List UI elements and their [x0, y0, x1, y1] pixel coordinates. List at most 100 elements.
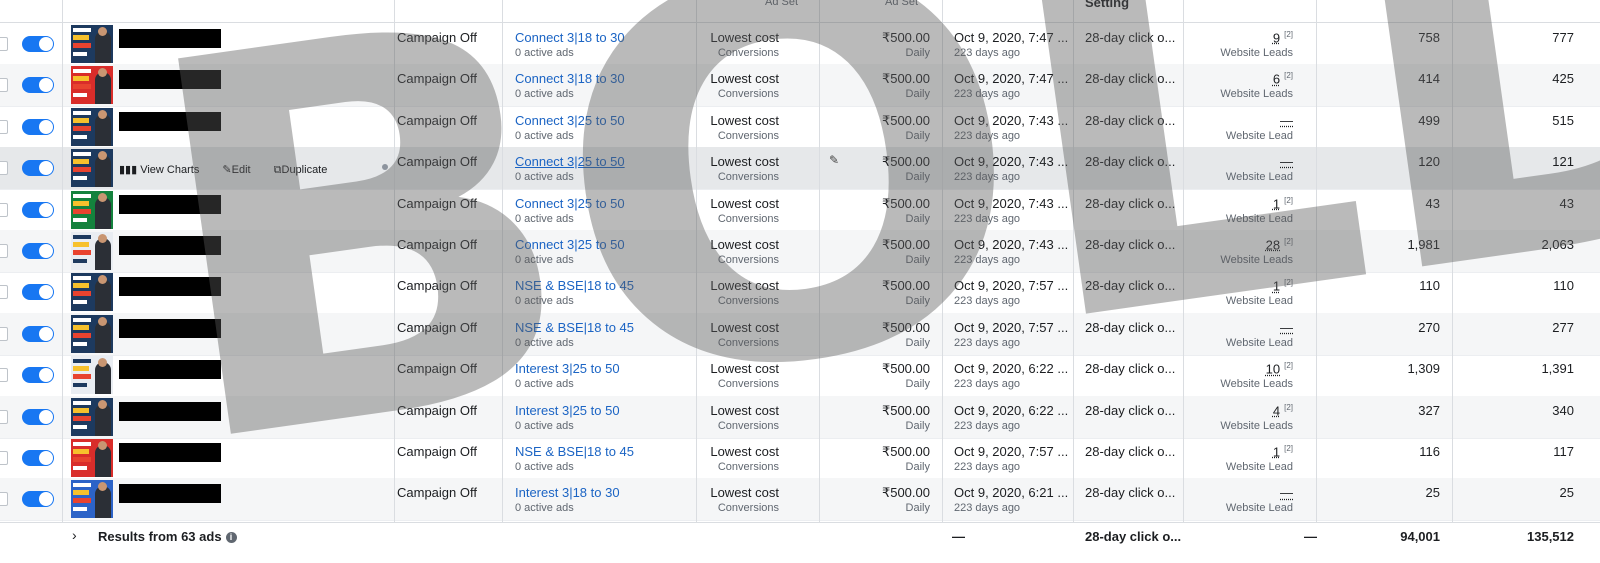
impressions: 117	[1553, 444, 1574, 459]
ad-thumbnail[interactable]	[71, 107, 113, 146]
row-checkbox[interactable]	[0, 492, 8, 507]
ad-thumbnail[interactable]	[71, 273, 113, 312]
results-value[interactable]: 9	[1273, 30, 1280, 45]
results: 4 [2]	[1273, 403, 1293, 418]
ad-thumbnail[interactable]	[71, 314, 113, 353]
chevron-right-icon[interactable]: ›	[72, 527, 77, 543]
view-charts-button[interactable]: ▮▮▮ View Charts	[119, 164, 209, 176]
ad-set-link[interactable]: Connect 3|18 to 30	[515, 30, 625, 45]
row-checkbox[interactable]	[0, 119, 8, 134]
table-row[interactable]: Campaign Off Connect 3|25 to 50 0 active…	[0, 106, 1600, 149]
ad-thumbnail[interactable]	[71, 190, 113, 229]
table-row[interactable]: Campaign Off NSE & BSE|18 to 45 0 active…	[0, 437, 1600, 480]
results-value[interactable]: 1	[1273, 279, 1280, 294]
table-row[interactable]: ▮▮▮ View Charts ✎Edit ⧉Duplicate ✎ Campa…	[0, 147, 1600, 191]
table-row[interactable]: Campaign Off Interest 3|25 to 50 0 activ…	[0, 395, 1600, 439]
ad-set-link[interactable]: Connect 3|25 to 50	[515, 113, 625, 128]
table-row[interactable]: Campaign Off Connect 3|18 to 30 0 active…	[0, 23, 1600, 66]
results-value[interactable]: 1	[1273, 196, 1280, 211]
table-row[interactable]: Campaign Off Connect 3|18 to 30 0 active…	[0, 64, 1600, 108]
ad-thumbnail[interactable]	[71, 397, 113, 436]
ad-thumbnail[interactable]	[71, 439, 113, 477]
results-footnote: [2]	[1284, 71, 1293, 81]
results-value[interactable]: 1	[1273, 444, 1280, 459]
info-icon[interactable]: i	[225, 532, 237, 543]
table-row[interactable]: Campaign Off NSE & BSE|18 to 45 0 active…	[0, 271, 1600, 315]
redacted-ad-name	[119, 29, 221, 48]
bid-strategy: Lowest cost	[710, 154, 779, 170]
results-value[interactable]: —	[1280, 113, 1293, 128]
budget: ₹500.00	[881, 361, 930, 377]
duplicate-button[interactable]: ⧉Duplicate	[274, 164, 338, 176]
table-row[interactable]: Campaign Off Connect 3|25 to 50 0 active…	[0, 230, 1600, 273]
delivery-status: Campaign Off	[397, 278, 477, 294]
table-header: Ad Set Ad Set Setting	[0, 0, 1600, 23]
bid-type: Conversions	[717, 295, 779, 308]
row-checkbox[interactable]	[0, 244, 8, 258]
ad-thumbnail[interactable]	[71, 149, 113, 188]
edit-button[interactable]: ✎Edit	[222, 164, 260, 176]
table-row[interactable]: Campaign Off Interest 3|25 to 50 0 activ…	[0, 354, 1600, 398]
results-value[interactable]: 10	[1266, 362, 1280, 377]
ad-set-link[interactable]: Interest 3|18 to 30	[515, 485, 620, 500]
active-ads-count: 0 active ads	[515, 129, 574, 142]
on-off-toggle[interactable]	[22, 160, 54, 177]
row-checkbox[interactable]	[0, 37, 8, 51]
row-checkbox[interactable]	[0, 451, 8, 465]
bid-type: Conversions	[717, 212, 779, 225]
results-value[interactable]: —	[1280, 154, 1293, 169]
on-off-toggle[interactable]	[22, 367, 54, 384]
results-value[interactable]: 4	[1273, 403, 1280, 418]
results-value[interactable]: —	[1280, 320, 1293, 335]
footer-reach: 94,001	[1400, 529, 1440, 544]
on-off-toggle[interactable]	[22, 118, 54, 135]
attribution-setting: 28-day click o...	[1085, 195, 1176, 211]
ad-set-link[interactable]: NSE & BSE|18 to 45	[515, 444, 634, 459]
on-off-toggle[interactable]	[22, 491, 54, 508]
results-type: Website Lead	[1225, 461, 1293, 473]
ad-set-link[interactable]: Connect 3|25 to 50	[515, 196, 625, 211]
row-checkbox[interactable]	[0, 202, 8, 217]
row-checkbox[interactable]	[0, 409, 8, 424]
ad-set-link[interactable]: NSE & BSE|18 to 45	[515, 278, 634, 293]
on-off-toggle[interactable]	[22, 284, 54, 301]
row-checkbox[interactable]	[0, 368, 8, 383]
on-off-toggle[interactable]	[22, 77, 54, 94]
ad-set-link[interactable]: Interest 3|25 to 50	[515, 403, 620, 418]
ad-set-link[interactable]: NSE & BSE|18 to 45	[515, 320, 634, 335]
ad-set-link[interactable]: Interest 3|25 to 50	[515, 361, 620, 376]
ad-thumbnail[interactable]	[71, 356, 113, 395]
row-checkbox[interactable]	[0, 285, 8, 300]
bid-strategy: Lowest cost	[710, 485, 779, 501]
ad-set-link[interactable]: Connect 3|25 to 50	[515, 154, 625, 169]
table-row[interactable]: Campaign Off Interest 3|18 to 30 0 activ…	[0, 478, 1600, 522]
table-row[interactable]: Campaign Off Connect 3|25 to 50 0 active…	[0, 189, 1600, 232]
table-row[interactable]: Campaign Off NSE & BSE|18 to 45 0 active…	[0, 312, 1600, 356]
on-off-toggle[interactable]	[22, 450, 54, 466]
row-checkbox[interactable]	[0, 78, 8, 93]
ad-thumbnail[interactable]	[71, 25, 113, 63]
results-value[interactable]: 28	[1266, 237, 1280, 252]
ad-thumbnail[interactable]	[71, 66, 113, 105]
row-checkbox[interactable]	[0, 161, 8, 176]
bid-type: Conversions	[717, 129, 779, 142]
budget: ₹500.00	[881, 278, 930, 294]
last-edit-date: Oct 9, 2020, 7:43 ...	[954, 195, 1069, 211]
ad-set-link[interactable]: Connect 3|18 to 30	[515, 71, 625, 86]
on-off-toggle[interactable]	[22, 243, 54, 259]
ad-thumbnail[interactable]	[71, 480, 113, 519]
on-off-toggle[interactable]	[22, 408, 54, 425]
pencil-icon[interactable]: ✎	[829, 153, 839, 167]
on-off-toggle[interactable]	[22, 201, 54, 218]
redacted-ad-name	[119, 277, 221, 297]
results-value[interactable]: —	[1280, 485, 1293, 500]
header-setting[interactable]: Setting	[1085, 0, 1129, 10]
ad-set-link[interactable]: Connect 3|25 to 50	[515, 237, 625, 252]
active-ads-count: 0 active ads	[515, 88, 574, 101]
results-value[interactable]: 6	[1273, 72, 1280, 87]
row-checkbox[interactable]	[0, 326, 8, 341]
on-off-toggle[interactable]	[22, 325, 54, 342]
budget: ₹500.00	[881, 402, 930, 418]
on-off-toggle[interactable]	[22, 36, 54, 52]
ad-thumbnail[interactable]	[71, 232, 113, 270]
